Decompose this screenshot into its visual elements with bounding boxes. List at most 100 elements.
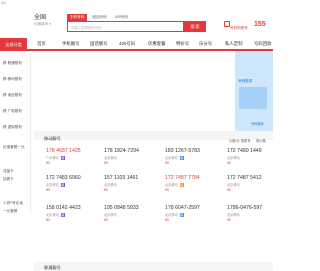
number-tag: 靓 [60, 183, 65, 188]
city-switch[interactable]: 切换城市 ▾ [34, 22, 51, 27]
filter-by-price[interactable]: 按价格 [256, 138, 266, 143]
sidebar-item-telecom[interactable]: 移 电信靓号 [3, 93, 22, 98]
number-meta: 北京移动 [227, 182, 285, 187]
number-price: ¥0 [46, 161, 50, 166]
promo-banner[interactable]: 号码投資 号码管家 [235, 51, 273, 131]
sidebar-item-unicom[interactable]: 移 联通靓号 [3, 61, 22, 66]
sidebar-item-broadcast[interactable]: 移 广电靓号 [3, 109, 22, 114]
sidebar-extra-plan[interactable]: 优惠套餐一元 [3, 145, 25, 150]
number-price: ¥0 [165, 161, 169, 166]
search-button[interactable]: 搜 索 [184, 21, 206, 32]
phone-number[interactable]: 172 7487 5412 [227, 175, 285, 181]
phone-number[interactable]: 158 0142 4423 [46, 205, 104, 211]
number-city: 北京移动 [46, 213, 59, 217]
sidebar-extra-data[interactable]: 流量卡 [3, 169, 14, 174]
filter-tail[interactable]: 按尾号 [241, 138, 251, 143]
search-input[interactable]: 请输入您想找的号码 [67, 21, 184, 32]
phone-number[interactable]: 1786-0476-597 [227, 205, 285, 211]
phone-number[interactable]: 178 4687 1495 [46, 148, 104, 154]
number-tag: 靓 [179, 183, 184, 188]
phone-number[interactable]: 178 1824-7294 [104, 148, 162, 154]
phone-number[interactable]: 183 1267-5783 [165, 148, 223, 154]
number-card[interactable]: 172 7487 7784 北京移动靓 ¥0 [165, 175, 223, 203]
number-meta: 北京移动靓 [165, 212, 223, 218]
number-card[interactable]: 183 1267-5783 北京移动靓 ¥0 [165, 148, 223, 176]
banner-subcaption: 号码管家 [251, 122, 264, 126]
sidebar-extra-fee[interactable]: 话费卡 [3, 177, 14, 182]
number-city: 北京移动 [165, 156, 178, 160]
number-price: ¥0 [46, 218, 50, 223]
search-tabs: 手机号码 固话号码 400号码 [67, 14, 131, 21]
number-meta: 北京移动靓 [165, 182, 223, 188]
number-card[interactable]: 195 0848 5933 北京移动 ¥0 [104, 205, 162, 233]
number-card[interactable]: 178 6047-2597 北京移动靓 ¥0 [165, 205, 223, 233]
section-title-unicom: 联通靓号 [44, 265, 61, 270]
number-price: ¥0 [104, 218, 108, 222]
number-meta: 北京移动 [227, 155, 285, 160]
sidebar-extra-oneyuan[interactable]: 一元套餐 [3, 209, 17, 214]
number-city: 北京移动 [165, 213, 178, 217]
tab-400[interactable]: 400号码 [112, 14, 131, 21]
number-price: ¥0 [227, 218, 231, 222]
number-card[interactable]: 158 0142 4423 北京移动靓 ¥0 [46, 205, 104, 233]
nav-item-recycle[interactable]: 号码回收 [254, 41, 272, 47]
sidebar-item-virtual[interactable]: 移 虚拟靓号 [3, 125, 22, 130]
nav-item-plans[interactable]: 优惠套餐 [148, 41, 166, 47]
sidebar-extra-notice[interactable]: 少钱7号必读 [3, 201, 23, 206]
nav-item-mobile[interactable]: 手机靓号 [62, 41, 80, 47]
number-city: 北京移动 [104, 213, 117, 217]
top-strip: 4D [0, 0, 273, 8]
top-strip-text: 4D [1, 0, 7, 5]
filter-price[interactable]: 价格/元 [229, 138, 239, 143]
nav-item-home[interactable]: 首页 [37, 41, 46, 47]
number-meta: 北京移动 [104, 212, 162, 217]
number-city: 北京移动 [227, 213, 240, 217]
number-meta: 北京移动靓 [165, 155, 223, 161]
number-tag: 靓 [60, 156, 65, 161]
number-price: ¥0 [227, 188, 231, 192]
nav-item-lefen[interactable]: 乐分号 [199, 41, 212, 47]
number-card[interactable]: 178 4687 1495 广州移动靓 ¥0 [46, 148, 104, 176]
nav-item-landline[interactable]: 固话靓号 [90, 41, 108, 47]
nav-item-custom[interactable]: 私人定制 [225, 41, 243, 47]
number-tag: 靓 [179, 213, 184, 218]
phone-number[interactable]: 195 0848 5933 [104, 205, 162, 211]
number-card[interactable]: 172 7487 5412 北京移动 ¥0 [227, 175, 285, 203]
number-price: ¥0 [165, 188, 169, 193]
number-meta: 北京移动 [104, 182, 162, 187]
section-title-mobile: 移动靓号 [44, 136, 61, 141]
number-city: 北京移动 [165, 183, 178, 187]
number-card[interactable]: 178 1824-7294 北京移动 ¥0 [104, 148, 162, 176]
section-header-bar-2 [34, 262, 273, 271]
phone-number[interactable]: 172 7487 7784 [165, 175, 223, 181]
banner-image [239, 87, 267, 109]
sidebar-item-mobile[interactable]: 移 移动靓号 [3, 77, 22, 82]
tab-mobile[interactable]: 手机号码 [67, 14, 88, 21]
cart-label[interactable]: 号码购物车 [230, 26, 248, 31]
number-price: ¥0 [46, 188, 50, 193]
search-placeholder: 请输入您想找的号码 [71, 26, 102, 30]
number-card[interactable]: 172 7483 6960 北京移动靓 ¥0 [46, 175, 104, 203]
phone-number[interactable]: 178 6047-2597 [165, 205, 223, 211]
phone-number[interactable]: 172 7480 1449 [227, 148, 285, 154]
banner-caption: 号码投資 [238, 79, 253, 83]
nav-item-special[interactable]: 特价号 [176, 41, 189, 47]
phone-number[interactable]: 157 1103 1461 [104, 175, 162, 181]
hotline-number: 155 [254, 21, 266, 28]
number-meta: 北京移动 [227, 212, 285, 217]
tab-landline[interactable]: 固话号码 [89, 14, 109, 21]
all-categories[interactable]: 全部分类 [0, 38, 27, 51]
phone-number[interactable]: 172 7483 6960 [46, 175, 104, 181]
number-card[interactable]: 1786-0476-597 北京移动 ¥0 [227, 205, 285, 233]
number-card[interactable]: 157 1103 1461 北京移动 ¥0 [104, 175, 162, 203]
number-city: 北京移动 [227, 156, 240, 160]
nav-item-400[interactable]: 400号码 [119, 41, 135, 47]
city-name[interactable]: 全国 [34, 12, 46, 21]
number-meta: 北京移动靓 [46, 182, 104, 188]
number-price: ¥0 [104, 161, 108, 165]
number-meta: 北京移动 [104, 155, 162, 160]
number-card[interactable]: 172 7480 1449 北京移动 ¥0 [227, 148, 285, 176]
category-sidebar: 移 联通靓号 移 移动靓号 移 电信靓号 移 广电靓号 移 虚拟靓号 优惠套餐一… [0, 51, 31, 213]
number-city: 北京移动 [227, 183, 240, 187]
number-city: 北京移动 [46, 183, 59, 187]
